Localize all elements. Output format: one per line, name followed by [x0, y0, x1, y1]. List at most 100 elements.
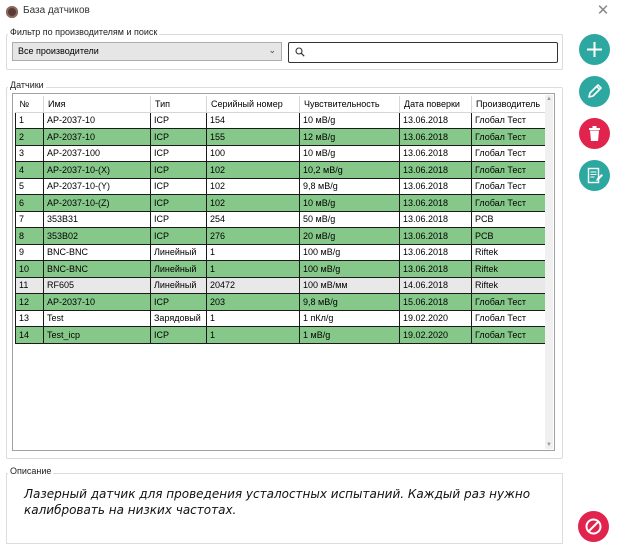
vertical-scrollbar[interactable]: ▲ ▼: [545, 95, 553, 449]
cell-date[interactable]: 13.06.2018: [399, 177, 472, 195]
cell-number[interactable]: 13: [15, 309, 44, 327]
edit-sensor-button[interactable]: [579, 76, 610, 107]
cell-type[interactable]: ICP: [150, 144, 207, 162]
cell-type[interactable]: ICP: [150, 227, 207, 245]
cell-serial[interactable]: 203: [206, 293, 300, 311]
cell-name[interactable]: AP-2037-10-(Y): [43, 177, 151, 195]
search-input[interactable]: [288, 42, 558, 63]
cell-number[interactable]: 7: [15, 210, 44, 228]
table-row[interactable]: 9 BNC-BNC Линейный 1 100 мВ/g 13.06.2018 Rifte…: [15, 243, 546, 261]
cell-name[interactable]: BNC-BNC: [43, 243, 151, 261]
cell-number[interactable]: 12: [15, 293, 44, 311]
cell-number[interactable]: 4: [15, 161, 44, 179]
table-row[interactable]: 1 AP-2037-10 ICP 154 10 мВ/g 13.06.2018 Глобал…: [15, 111, 546, 129]
cell-date[interactable]: 19.02.2020: [399, 326, 472, 344]
cell-manufacturer[interactable]: Riftek: [471, 243, 546, 261]
cell-sensitivity[interactable]: 9,8 мВ/g: [299, 293, 400, 311]
cell-date[interactable]: 14.06.2018: [399, 276, 472, 294]
table-row[interactable]: 12 AP-2037-10 ICP 203 9,8 мВ/g 15.06.2018 Глоб…: [15, 293, 546, 311]
cell-name[interactable]: AP-2037-100: [43, 144, 151, 162]
close-icon[interactable]: ✕: [594, 2, 612, 20]
table-row[interactable]: 10 BNC-BNC Линейный 1 100 мВ/g 13.06.2018 Rift…: [15, 260, 546, 278]
column-header-name[interactable]: Имя: [43, 96, 151, 113]
column-header-manufacturer[interactable]: Производитель: [471, 96, 546, 113]
cell-manufacturer[interactable]: Глобал Тест: [471, 111, 546, 129]
cell-date[interactable]: 15.06.2018: [399, 293, 472, 311]
cell-manufacturer[interactable]: Глобал Тест: [471, 194, 546, 212]
cell-name[interactable]: 353B31: [43, 210, 151, 228]
cell-date[interactable]: 13.06.2018: [399, 194, 472, 212]
column-header-type[interactable]: Тип: [150, 96, 207, 113]
cell-manufacturer[interactable]: Глобал Тест: [471, 326, 546, 344]
cell-type[interactable]: ICP: [150, 177, 207, 195]
cell-type[interactable]: Линейный: [150, 260, 207, 278]
table-row[interactable]: 2 AP-2037-10 ICP 155 12 мВ/g 13.06.2018 Глобал…: [15, 128, 546, 146]
cell-serial[interactable]: 276: [206, 227, 300, 245]
cell-sensitivity[interactable]: 10 мВ/g: [299, 111, 400, 129]
cell-manufacturer[interactable]: Глобал Тест: [471, 161, 546, 179]
cell-manufacturer[interactable]: Riftek: [471, 276, 546, 294]
cell-type[interactable]: ICP: [150, 326, 207, 344]
cell-number[interactable]: 10: [15, 260, 44, 278]
cell-number[interactable]: 9: [15, 243, 44, 261]
cell-manufacturer[interactable]: PCB: [471, 227, 546, 245]
cell-type[interactable]: ICP: [150, 293, 207, 311]
add-sensor-button[interactable]: [579, 34, 610, 65]
cell-serial[interactable]: 102: [206, 177, 300, 195]
cell-number[interactable]: 14: [15, 326, 44, 344]
cell-manufacturer[interactable]: Глобал Тест: [471, 144, 546, 162]
cell-name[interactable]: AP-2037-10: [43, 293, 151, 311]
scroll-up-icon[interactable]: ▲: [546, 96, 552, 102]
manufacturer-select[interactable]: Все производители ⌄: [12, 42, 282, 61]
cell-serial[interactable]: 1: [206, 260, 300, 278]
cell-sensitivity[interactable]: 20 мВ/g: [299, 227, 400, 245]
cell-manufacturer[interactable]: Riftek: [471, 260, 546, 278]
cell-number[interactable]: 2: [15, 128, 44, 146]
cell-sensitivity[interactable]: 50 мВ/g: [299, 210, 400, 228]
table-row[interactable]: 8 353B02 ICP 276 20 мВ/g 13.06.2018 PCB: [15, 227, 546, 245]
notes-button[interactable]: [579, 160, 610, 191]
cell-sensitivity[interactable]: 10 мВ/g: [299, 144, 400, 162]
table-row[interactable]: 3 AP-2037-100 ICP 100 10 мВ/g 13.06.2018 Глоба…: [15, 144, 546, 162]
table-row[interactable]: 14 Test_icp ICP 1 1 мВ/g 19.02.2020 Глобал Тес…: [15, 326, 546, 344]
cell-type[interactable]: ICP: [150, 161, 207, 179]
cell-manufacturer[interactable]: Глобал Тест: [471, 309, 546, 327]
cell-type[interactable]: Линейный: [150, 276, 207, 294]
column-header-serial[interactable]: Серийный номер: [206, 96, 300, 113]
cell-type[interactable]: Зарядовый: [150, 309, 207, 327]
cell-number[interactable]: 1: [15, 111, 44, 129]
cell-date[interactable]: 13.06.2018: [399, 161, 472, 179]
cell-sensitivity[interactable]: 9,8 мВ/g: [299, 177, 400, 195]
cell-type[interactable]: ICP: [150, 210, 207, 228]
cell-sensitivity[interactable]: 10 мВ/g: [299, 194, 400, 212]
cell-serial[interactable]: 102: [206, 194, 300, 212]
cell-name[interactable]: RF605: [43, 276, 151, 294]
cancel-button[interactable]: [578, 511, 609, 542]
column-header-number[interactable]: №: [15, 96, 44, 113]
cell-serial[interactable]: 1: [206, 326, 300, 344]
cell-serial[interactable]: 1: [206, 309, 300, 327]
cell-serial[interactable]: 154: [206, 111, 300, 129]
cell-sensitivity[interactable]: 1 пКл/g: [299, 309, 400, 327]
cell-type[interactable]: ICP: [150, 128, 207, 146]
cell-sensitivity[interactable]: 100 мВ/g: [299, 243, 400, 261]
cell-number[interactable]: 11: [15, 276, 44, 294]
cell-date[interactable]: 13.06.2018: [399, 111, 472, 129]
cell-serial[interactable]: 155: [206, 128, 300, 146]
cell-name[interactable]: BNC-BNC: [43, 260, 151, 278]
cell-serial[interactable]: 100: [206, 144, 300, 162]
cell-sensitivity[interactable]: 100 мВ/мм: [299, 276, 400, 294]
column-header-date[interactable]: Дата поверки: [399, 96, 472, 113]
scroll-down-icon[interactable]: ▼: [546, 442, 552, 448]
cell-name[interactable]: 353B02: [43, 227, 151, 245]
cell-date[interactable]: 19.02.2020: [399, 309, 472, 327]
cell-type[interactable]: ICP: [150, 194, 207, 212]
cell-sensitivity[interactable]: 100 мВ/g: [299, 260, 400, 278]
cell-name[interactable]: AP-2037-10-(Z): [43, 194, 151, 212]
cell-manufacturer[interactable]: Глобал Тест: [471, 128, 546, 146]
cell-name[interactable]: AP-2037-10-(X): [43, 161, 151, 179]
cell-name[interactable]: Test: [43, 309, 151, 327]
cell-manufacturer[interactable]: PCB: [471, 210, 546, 228]
cell-name[interactable]: AP-2037-10: [43, 111, 151, 129]
table-row[interactable]: 11 RF605 Линейный 20472 100 мВ/мм 14.06.2018 R…: [15, 276, 546, 294]
